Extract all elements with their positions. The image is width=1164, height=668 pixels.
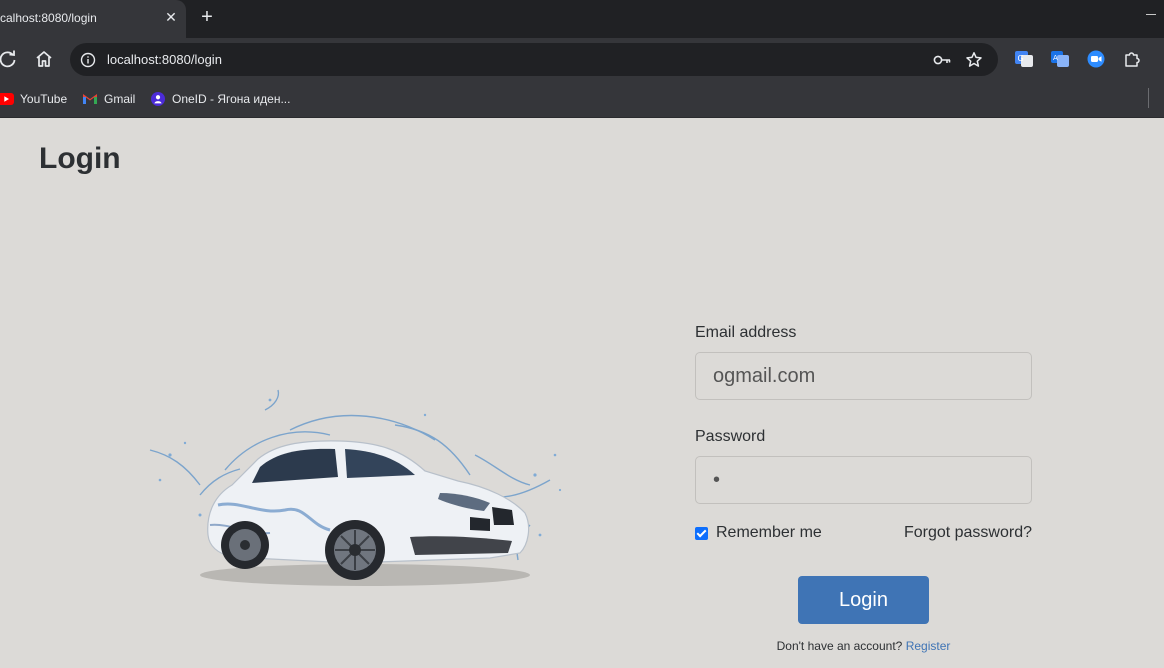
translate-extension-icon[interactable]: A <box>1050 49 1070 69</box>
site-info-icon[interactable] <box>78 50 98 70</box>
forgot-password-link[interactable]: Forgot password? <box>904 524 1032 542</box>
browser-tab[interactable]: calhost:8080/login ✕ <box>0 0 186 38</box>
reload-icon[interactable] <box>0 47 20 71</box>
bookmarks-bar: YouTube Gmail OneID - Ягона иден... <box>0 80 1164 118</box>
email-label: Email address <box>695 324 797 341</box>
remember-label: Remember me <box>716 524 822 541</box>
page-title: Login <box>39 142 121 175</box>
tab-title: calhost:8080/login <box>0 11 97 25</box>
register-link[interactable]: Register <box>906 639 951 653</box>
bookmark-label: Gmail <box>104 92 136 106</box>
email-input[interactable] <box>695 352 1032 400</box>
close-tab-icon[interactable]: ✕ <box>162 8 180 26</box>
extensions-puzzle-icon[interactable] <box>1122 49 1142 69</box>
remember-me[interactable]: Remember me <box>695 524 822 542</box>
svg-text:G: G <box>1018 54 1024 63</box>
gmail-icon <box>83 94 97 104</box>
password-label: Password <box>695 428 766 445</box>
bookmark-youtube[interactable]: YouTube <box>0 90 67 108</box>
bookmark-gmail[interactable]: Gmail <box>82 90 135 108</box>
zoom-extension-icon[interactable] <box>1086 49 1106 69</box>
tab-strip: calhost:8080/login ✕ + <box>0 0 1164 38</box>
car-illustration <box>140 385 580 590</box>
register-prompt: Don't have an account? Register <box>695 639 1032 653</box>
login-button[interactable]: Login <box>798 576 929 624</box>
address-bar[interactable]: localhost:8080/login <box>70 43 998 76</box>
youtube-icon <box>0 93 14 105</box>
google-translate-icon[interactable]: G <box>1014 49 1034 69</box>
oneid-icon <box>151 92 165 106</box>
register-prompt-text: Don't have an account? <box>776 639 903 653</box>
remember-checkbox[interactable] <box>695 526 708 540</box>
svg-text:A: A <box>1053 54 1058 62</box>
bookmark-oneid[interactable]: OneID - Ягона иден... <box>150 90 290 108</box>
bookmarks-divider <box>1148 88 1149 108</box>
bookmark-label: OneID - Ягона иден... <box>172 92 291 106</box>
browser-toolbar: localhost:8080/login G A <box>0 38 1164 80</box>
password-key-icon[interactable] <box>932 51 952 69</box>
url-text: localhost:8080/login <box>107 52 222 67</box>
home-icon[interactable] <box>32 47 56 71</box>
bookmark-label: YouTube <box>20 92 68 106</box>
new-tab-button[interactable]: + <box>196 7 218 29</box>
minimize-window-button[interactable] <box>1140 4 1160 24</box>
bookmark-star-icon[interactable] <box>964 50 984 70</box>
password-input[interactable] <box>695 456 1032 504</box>
